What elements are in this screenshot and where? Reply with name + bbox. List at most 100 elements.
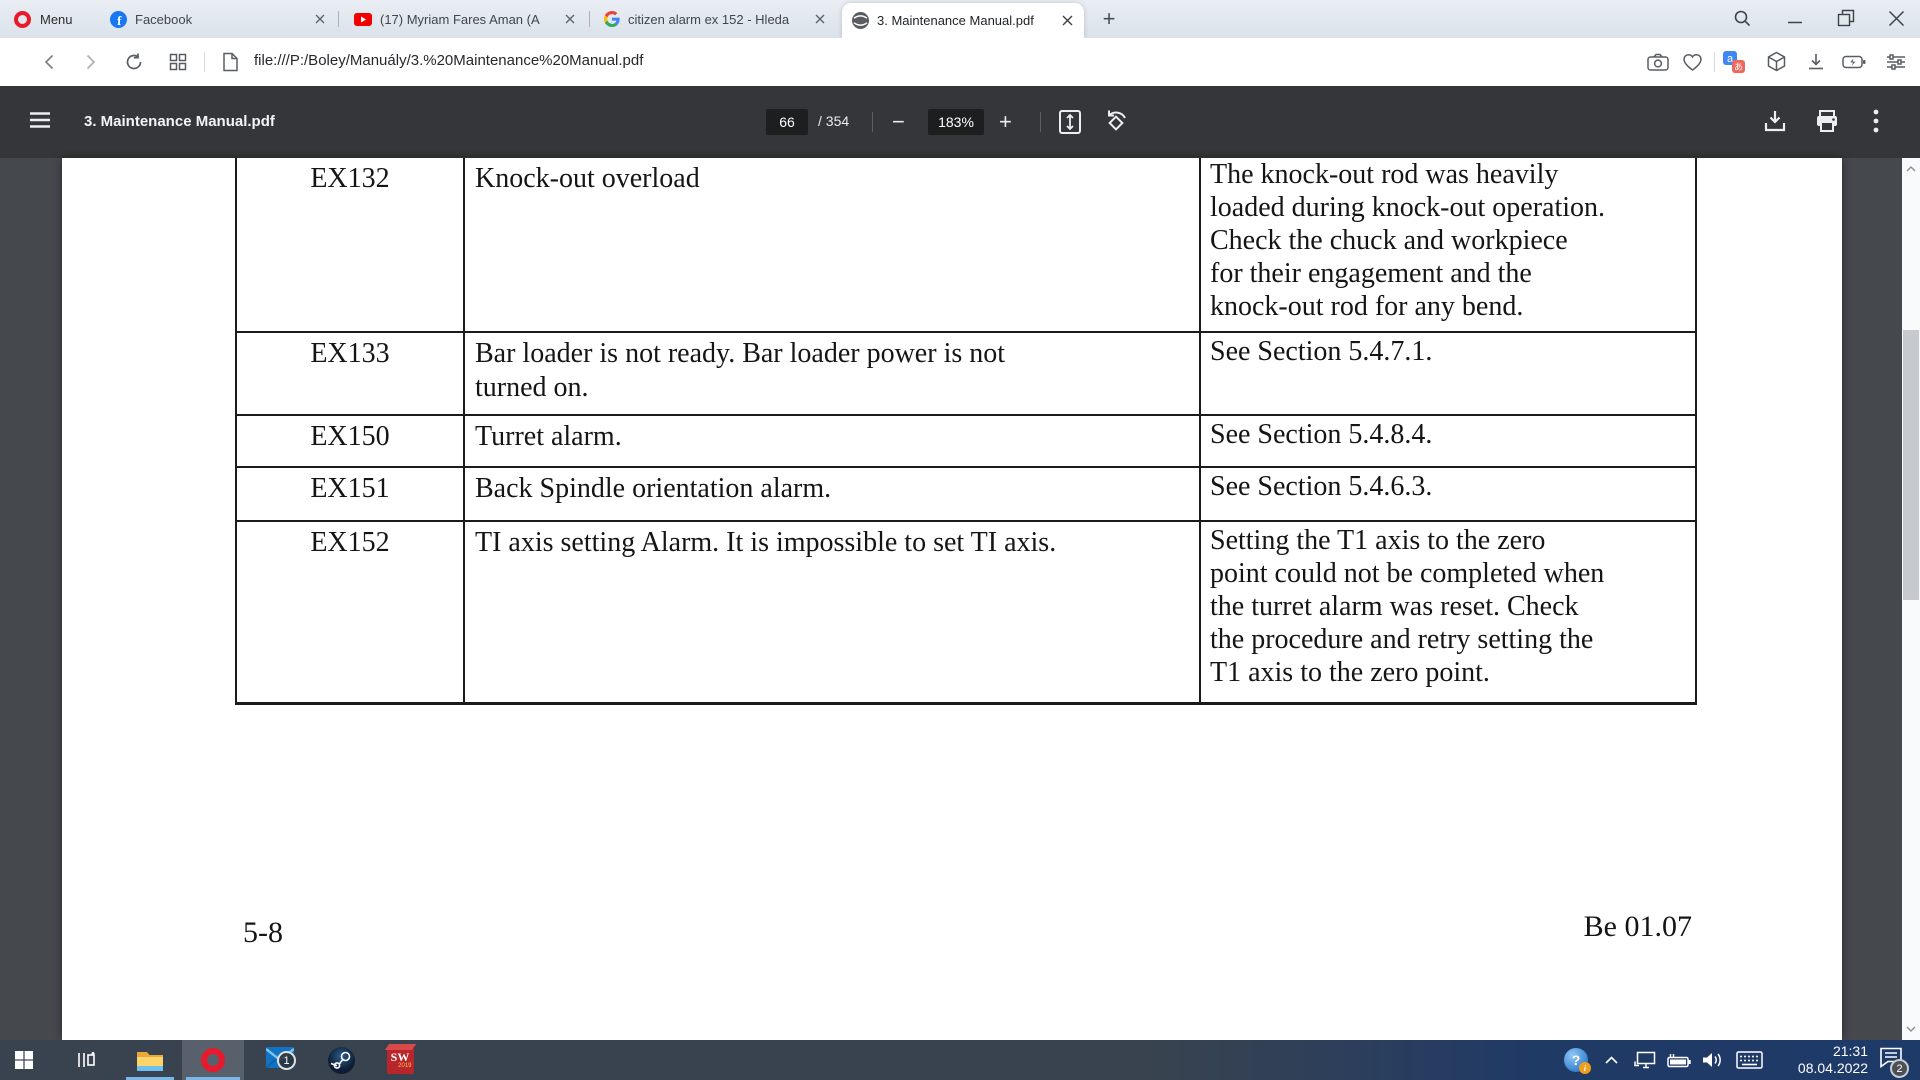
alarm-description-cell: Back Spindle orientation alarm. — [463, 468, 1199, 520]
revision-footer: Be 01.07 — [1522, 910, 1692, 944]
speed-dial-grid-icon[interactable] — [166, 50, 190, 74]
close-tab-icon[interactable] — [814, 13, 826, 25]
url-field[interactable]: file:///P:/Boley/Manuály/3.%20Maintenanc… — [254, 52, 643, 69]
toolbar-separator — [872, 112, 873, 132]
steam-button[interactable] — [316, 1040, 366, 1080]
pdf-menu-icon[interactable] — [28, 110, 52, 130]
extensions-cube-icon[interactable] — [1764, 50, 1788, 74]
solidworks-icon: SW 2019 — [387, 1047, 414, 1074]
touch-keyboard-tray-icon[interactable] — [1730, 1040, 1768, 1080]
scroll-up-icon[interactable] — [1902, 160, 1920, 178]
taskbar-clock[interactable]: 21:31 08.04.2022 — [1768, 1040, 1868, 1080]
tab-facebook[interactable]: f Facebook — [100, 0, 336, 38]
mail-button[interactable]: 1 — [250, 1040, 310, 1080]
alarm-remedy-cell: See Section 5.4.8.4. — [1199, 416, 1695, 466]
taskbar: 1 SW 2019 ? i — [0, 1040, 1920, 1080]
clock-date: 08.04.2022 — [1798, 1060, 1868, 1077]
pdf-globe-icon — [852, 12, 869, 29]
toolbar-separator — [204, 52, 205, 72]
reload-icon[interactable] — [122, 50, 146, 74]
tab-title: Facebook — [135, 12, 306, 27]
page-info-icon[interactable] — [218, 50, 242, 74]
new-tab-button[interactable]: + — [1094, 4, 1124, 34]
alarm-description-cell: Knock-out overload — [463, 158, 1199, 331]
close-tab-icon[interactable] — [314, 13, 326, 25]
scroll-down-icon[interactable] — [1902, 1020, 1920, 1038]
hidden-icons-chevron[interactable] — [1596, 1040, 1626, 1080]
bookmark-heart-icon[interactable] — [1680, 50, 1704, 74]
opera-menu-button[interactable]: Menu — [14, 0, 73, 38]
snapshot-camera-icon[interactable] — [1646, 50, 1670, 74]
youtube-icon — [354, 13, 372, 26]
steam-icon — [328, 1047, 355, 1074]
rotate-icon[interactable] — [1102, 109, 1130, 135]
task-view-button[interactable] — [62, 1040, 110, 1080]
alarm-code-table: EX132 Knock-out overload The knock-out r… — [235, 158, 1697, 705]
solidworks-label: SW — [391, 1051, 410, 1063]
zoom-in-button[interactable]: + — [999, 108, 1012, 136]
volume-tray-icon[interactable] — [1696, 1040, 1730, 1080]
pdf-viewport[interactable]: EX132 Knock-out overload The knock-out r… — [0, 158, 1920, 1040]
solidworks-year: 2019 — [398, 1063, 411, 1070]
scrollbar-thumb[interactable] — [1903, 330, 1919, 600]
alarm-code-cell: EX150 — [237, 416, 463, 466]
mail-icon: 1 — [266, 1047, 294, 1073]
search-icon[interactable] — [1722, 0, 1762, 36]
fit-to-page-icon[interactable] — [1058, 109, 1082, 135]
help-update-tray-icon[interactable]: ? i — [1558, 1040, 1594, 1080]
pdf-page: EX132 Knock-out overload The knock-out r… — [62, 158, 1842, 1040]
start-button[interactable] — [0, 1040, 48, 1080]
maximize-button[interactable] — [1826, 0, 1866, 36]
forward-icon[interactable] — [78, 50, 102, 74]
alarm-description-cell: TI axis setting Alarm. It is impossible … — [463, 522, 1199, 702]
clock-time: 21:31 — [1833, 1043, 1868, 1060]
close-window-button[interactable] — [1876, 0, 1916, 36]
alarm-remedy-cell: Setting the T1 axis to the zero point co… — [1199, 522, 1695, 702]
page-number-footer: 5-8 — [243, 916, 283, 950]
tab-separator — [589, 11, 590, 27]
close-tab-icon[interactable] — [564, 13, 576, 25]
print-icon[interactable] — [1814, 109, 1840, 133]
table-row: EX133 Bar loader is not ready. Bar loade… — [237, 331, 1695, 414]
table-row: EX152 TI axis setting Alarm. It is impos… — [237, 520, 1695, 702]
question-mark-icon: ? i — [1564, 1048, 1588, 1072]
mail-badge: 1 — [277, 1051, 296, 1070]
zoom-out-button[interactable]: − — [892, 108, 905, 136]
tab-title: citizen alarm ex 152 - Hleda — [628, 12, 806, 27]
pdf-document-title: 3. Maintenance Manual.pdf — [84, 113, 275, 130]
more-options-kebab-icon[interactable] — [1872, 108, 1880, 134]
tab-separator — [338, 11, 339, 27]
battery-tray-icon[interactable] — [1662, 1040, 1696, 1080]
download-icon[interactable] — [1762, 108, 1788, 134]
tab-youtube[interactable]: (17) Myriam Fares Aman (A — [344, 0, 586, 38]
table-row: EX151 Back Spindle orientation alarm. Se… — [237, 466, 1695, 520]
info-badge-icon: i — [1579, 1062, 1591, 1074]
windows-logo-icon — [15, 1051, 33, 1069]
back-icon[interactable] — [38, 50, 62, 74]
vertical-scrollbar[interactable] — [1902, 158, 1920, 1040]
tab-maintenance-manual[interactable]: 3. Maintenance Manual.pdf — [842, 3, 1084, 38]
alarm-code-cell: EX151 — [237, 468, 463, 520]
page-number-input[interactable]: 66 — [766, 109, 808, 135]
zoom-level-input[interactable]: 183% — [928, 109, 984, 135]
table-row: EX150 Turret alarm. See Section 5.4.8.4. — [237, 414, 1695, 466]
downloads-icon[interactable] — [1804, 50, 1828, 74]
notification-icon: 2 — [1879, 1047, 1903, 1073]
solidworks-button[interactable]: SW 2019 — [374, 1040, 426, 1080]
alarm-code-cell: EX152 — [237, 522, 463, 702]
network-tray-icon[interactable] — [1628, 1040, 1662, 1080]
minimize-button[interactable] — [1775, 0, 1815, 36]
close-tab-icon[interactable] — [1061, 14, 1074, 27]
easy-setup-sliders-icon[interactable] — [1884, 50, 1908, 74]
file-explorer-icon — [136, 1049, 164, 1072]
opera-taskbar-button[interactable] — [182, 1040, 244, 1080]
tab-google-search[interactable]: citizen alarm ex 152 - Hleda — [594, 0, 836, 38]
action-center-button[interactable]: 2 — [1870, 1040, 1912, 1080]
alarm-remedy-cell: See Section 5.4.6.3. — [1199, 468, 1695, 520]
file-explorer-button[interactable] — [122, 1040, 178, 1080]
alarm-description-cell: Turret alarm. — [463, 416, 1199, 466]
translate-icon[interactable]: a あ — [1722, 50, 1746, 74]
battery-saver-icon[interactable] — [1842, 50, 1866, 74]
notification-badge: 2 — [1890, 1059, 1909, 1078]
toolbar-separator — [1714, 52, 1715, 72]
